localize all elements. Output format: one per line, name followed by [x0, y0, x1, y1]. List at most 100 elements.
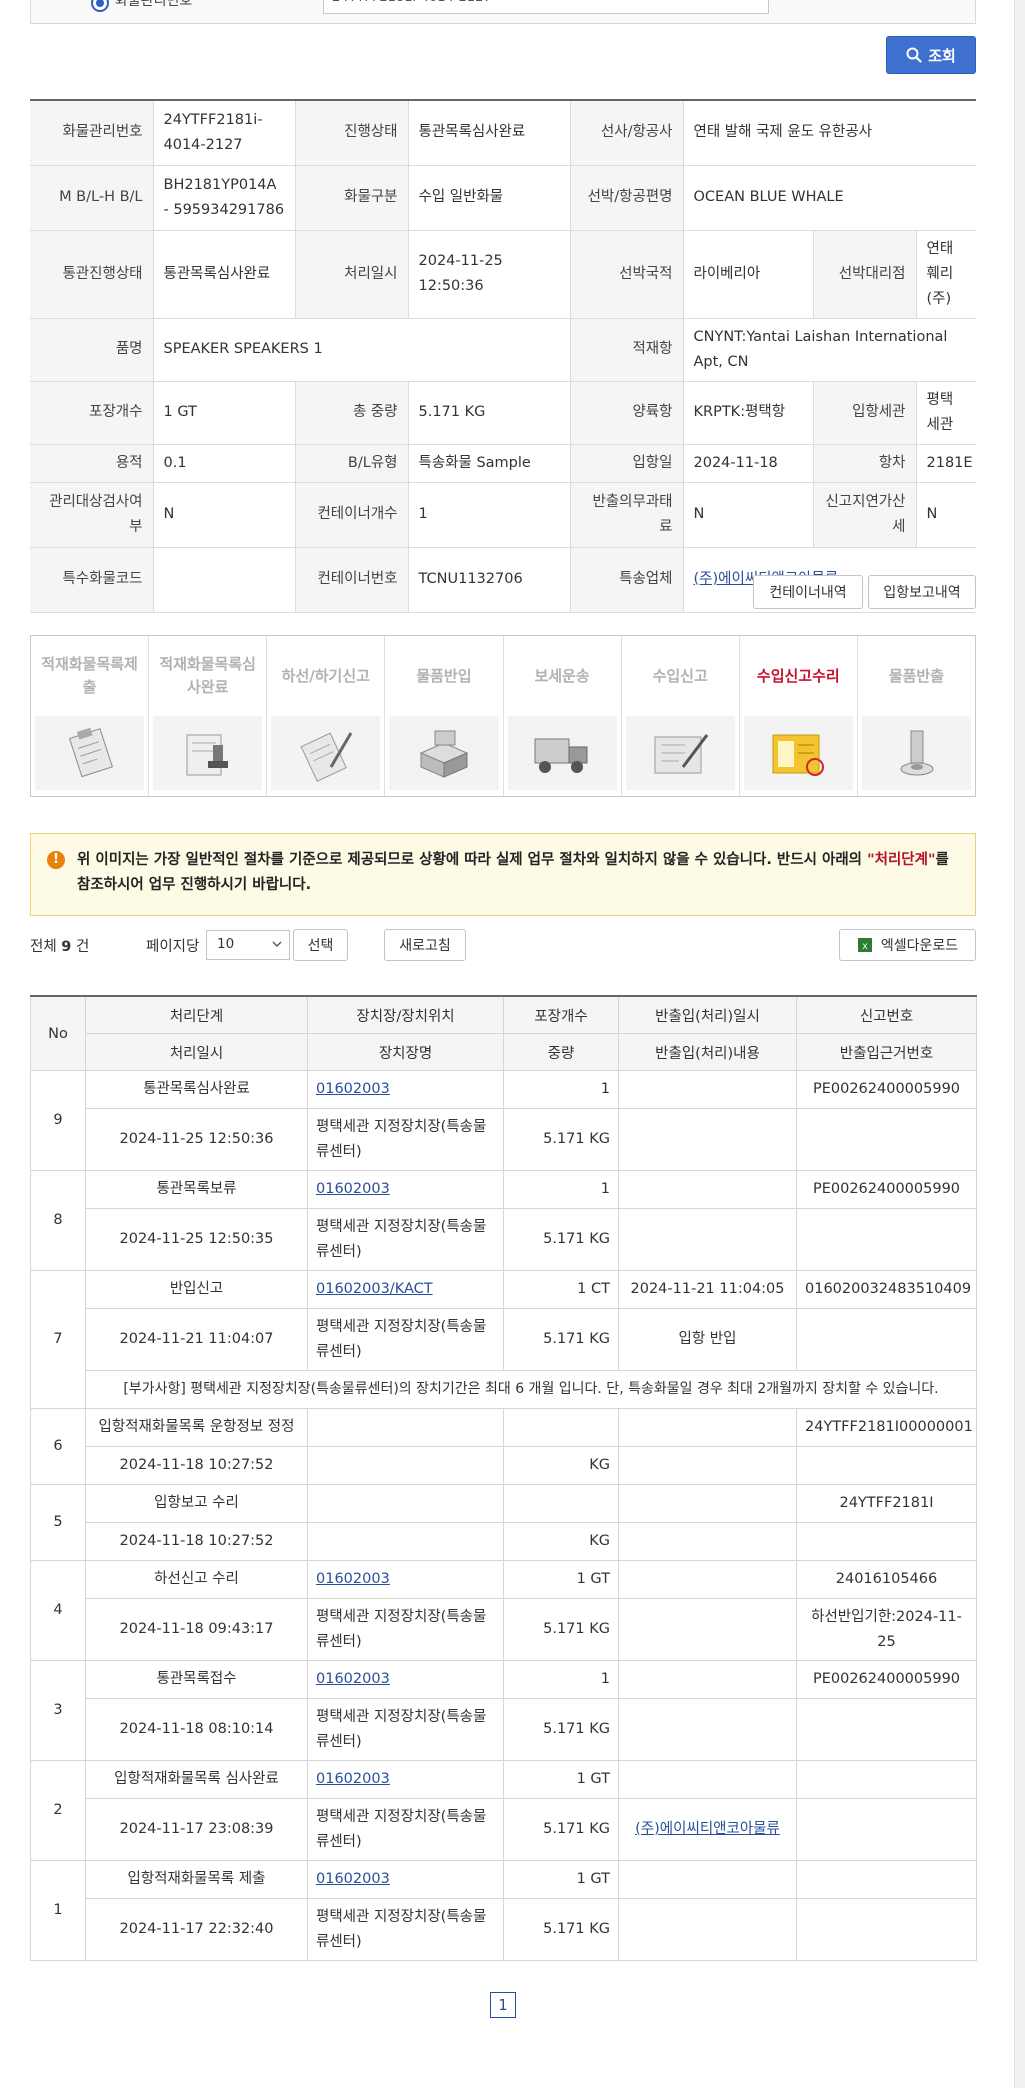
- table-row: 2024-11-25 12:50:35 평택세관 지정장치장(특송물류센터) 5.1…: [31, 1208, 977, 1271]
- place-code-link[interactable]: 01602003: [316, 1771, 390, 1787]
- info-label: 적재항: [570, 318, 684, 382]
- per-page-label: 페이지당: [146, 939, 200, 955]
- row-number: 1: [30, 1860, 86, 1961]
- col-header: 장치장명: [307, 1033, 504, 1071]
- total-number: 9: [61, 939, 72, 955]
- place-code-link[interactable]: 01602003/KACT: [316, 1281, 433, 1297]
- info-value-nationality: 라이베리아: [683, 230, 814, 319]
- arrival-report-button[interactable]: 입항보고내역: [868, 575, 976, 609]
- row-number: 9: [30, 1070, 86, 1171]
- row-number: 5: [30, 1484, 86, 1561]
- row-note: [부가사항] 평택세관 지정장치장(특송물류센터)의 장치기간은 최대 6 개월…: [85, 1370, 977, 1409]
- row-number: 6: [30, 1408, 86, 1485]
- place-code-link[interactable]: 01602003: [316, 1671, 390, 1687]
- basis-number: [796, 1698, 977, 1761]
- svg-text:x: x: [862, 941, 867, 952]
- page-1-button[interactable]: 1: [490, 1992, 516, 2018]
- step-label: 물품반입: [416, 666, 472, 685]
- step-label: 보세운송: [534, 666, 590, 685]
- info-value-bl: BH2181YP014A - 595934291786: [153, 165, 296, 231]
- col-header: 반출입(처리)일시: [618, 996, 797, 1034]
- info-label: 컨테이너번호: [295, 547, 409, 613]
- info-value-vessel: OCEAN BLUE WHALE: [683, 165, 977, 231]
- search-strip: 화물관리번호 24YTFF2181i-4014-2127: [30, 0, 976, 24]
- package-count: 1: [503, 1170, 619, 1209]
- table-row: 2024-11-21 11:04:07 평택세관 지정장치장(특송물류센터) 5.1…: [31, 1308, 977, 1371]
- pen-document-icon: [300, 732, 353, 782]
- info-label: 특수화물코드: [30, 547, 154, 613]
- excel-icon: x: [857, 938, 872, 952]
- cargo-number-input[interactable]: 24YTFF2181i-4014-2127: [323, 0, 769, 14]
- row-number: 3: [30, 1660, 86, 1761]
- table-row: 2024-11-18 09:43:17 평택세관 지정장치장(특송물류센터) 5.1…: [31, 1598, 977, 1661]
- release-icon: [900, 730, 934, 776]
- per-page-select[interactable]: 10: [206, 930, 290, 960]
- weight: 5.171 KG: [503, 1898, 619, 1961]
- report-number: [796, 1860, 977, 1899]
- notice-highlight: "처리단계": [867, 852, 936, 868]
- place-code-cell: 01602003: [307, 1070, 504, 1109]
- signing-icon: [654, 734, 709, 774]
- per-page-value: 10: [217, 936, 235, 952]
- package-count: [503, 1408, 619, 1447]
- processed-time: 2024-11-18 10:27:52: [85, 1446, 308, 1485]
- total-count: 전체 9 건: [30, 935, 89, 956]
- report-number: [796, 1760, 977, 1799]
- processed-time: 2024-11-21 11:04:07: [85, 1308, 308, 1371]
- search-button[interactable]: 조회: [886, 36, 976, 74]
- scrollbar[interactable]: [1014, 0, 1025, 2088]
- step-bonded-transport: 보세운송: [504, 636, 622, 796]
- chevron-down-icon: [272, 941, 282, 947]
- io-time: [618, 1408, 797, 1447]
- refresh-button[interactable]: 새로고침: [384, 929, 466, 961]
- package-count: 1 GT: [503, 1860, 619, 1899]
- info-value-agent: 연태훼리(주): [916, 230, 977, 319]
- basis-number: [796, 1208, 977, 1271]
- info-value-special-code: [153, 547, 296, 613]
- courier-link[interactable]: (주)에이씨티앤코아물류: [635, 1821, 780, 1837]
- table-row: 4 하선신고 수리 01602003 1 GT 24016105466: [30, 1560, 977, 1661]
- step-manifest-submit: 적재화물목록제출: [31, 636, 150, 796]
- table-row: 2024-11-25 12:50:36 평택세관 지정장치장(특송물류센터) 5.1…: [31, 1108, 977, 1171]
- cargo-number-radio[interactable]: [91, 0, 109, 12]
- processed-time: 2024-11-18 10:27:52: [85, 1522, 308, 1561]
- weight: 5.171 KG: [503, 1698, 619, 1761]
- col-header: 중량: [503, 1033, 619, 1071]
- info-label: M B/L-H B/L: [30, 165, 154, 231]
- step-name: 입항적재화물목록 운항정보 정정: [85, 1408, 308, 1447]
- report-number: PE00262400005990: [796, 1660, 977, 1699]
- step-label: 하선/하기신고: [281, 666, 370, 685]
- io-time: [618, 1484, 797, 1523]
- io-time: [618, 1660, 797, 1699]
- step-name: 입항보고 수리: [85, 1484, 308, 1523]
- select-button[interactable]: 선택: [293, 929, 348, 961]
- info-value-weight: 5.171 KG: [408, 381, 571, 445]
- io-content: [618, 1898, 797, 1961]
- io-content-cell: (주)에이씨티앤코아물류: [618, 1798, 797, 1861]
- container-history-button[interactable]: 컨테이너내역: [753, 575, 863, 609]
- info-label: 입항세관: [813, 381, 917, 445]
- info-label: 용적: [30, 444, 154, 483]
- place-name: 평택세관 지정장치장(특송물류센터): [307, 1598, 504, 1661]
- excel-download-label: 엑셀다운로드: [880, 938, 959, 954]
- weight: 5.171 KG: [503, 1208, 619, 1271]
- step-name: 통관목록접수: [85, 1660, 308, 1699]
- place-code-link[interactable]: 01602003: [316, 1871, 390, 1887]
- table-row-note: [부가사항] 평택세관 지정장치장(특송물류센터)의 장치기간은 최대 6 개월…: [31, 1370, 977, 1409]
- row-number: 4: [30, 1560, 86, 1661]
- step-name: 통관목록심사완료: [85, 1070, 308, 1109]
- history-table: No 처리단계 장치장/장치위치 포장개수 반출입(처리)일시 신고번호 처리일…: [30, 995, 977, 1961]
- step-name: 통관목록보류: [85, 1170, 308, 1209]
- step-name: 입항적재화물목록 심사완료: [85, 1760, 308, 1799]
- place-code-link[interactable]: 01602003: [316, 1181, 390, 1197]
- report-number: 24016105466: [796, 1560, 977, 1599]
- place-code-link[interactable]: 01602003: [316, 1081, 390, 1097]
- basis-number: [796, 1522, 977, 1561]
- excel-download-button[interactable]: x 엑셀다운로드: [839, 929, 976, 961]
- step-label: 적재화물목록심사완료: [159, 655, 256, 696]
- io-time: [618, 1560, 797, 1599]
- io-content: 입항 반입: [618, 1308, 797, 1371]
- place-code-link[interactable]: 01602003: [316, 1571, 390, 1587]
- io-time: 2024-11-21 11:04:05: [618, 1270, 797, 1309]
- info-label: 관리대상검사여부: [30, 482, 154, 548]
